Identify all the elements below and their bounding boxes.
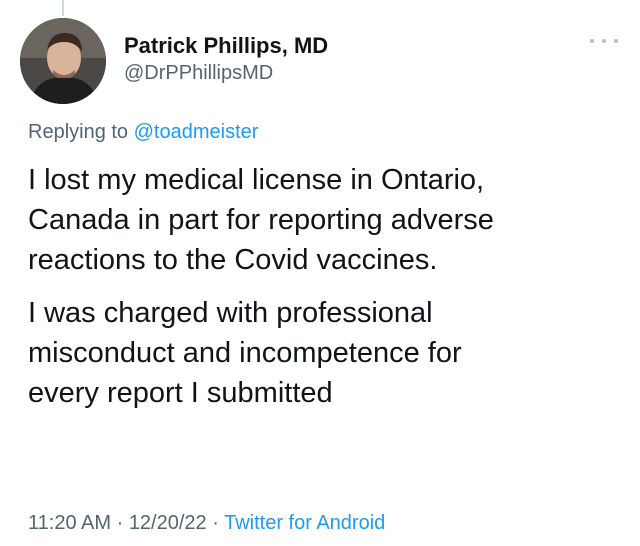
reply-mention-link[interactable]: @toadmeister (134, 121, 259, 143)
replying-to-label: Replying to (28, 121, 134, 143)
avatar[interactable] (20, 18, 106, 104)
replying-to-line: Replying to @toadmeister (28, 121, 258, 144)
author-handle[interactable]: @DrPPhillipsMD (124, 60, 328, 86)
meta-separator: · (111, 512, 129, 534)
more-dot (590, 39, 594, 43)
tweet-text: I lost my medical license in Ontario, Ca… (28, 160, 628, 426)
tweet-date[interactable]: 12/20/22 (129, 512, 207, 534)
tweet-time[interactable]: 11:20 AM (28, 512, 111, 534)
tweet-meta: 11:20 AM · 12/20/22 · Twitter for Androi… (28, 512, 385, 535)
more-dot (614, 39, 618, 43)
author-display-name[interactable]: Patrick Phillips, MD (124, 32, 328, 60)
author-block[interactable]: Patrick Phillips, MD @DrPPhillipsMD (124, 32, 328, 86)
tweet-source-link[interactable]: Twitter for Android (224, 512, 385, 534)
thread-connector-line (62, 0, 64, 16)
more-dot (602, 39, 606, 43)
avatar-image (20, 18, 106, 104)
tweet-paragraph: I was charged with professional miscondu… (28, 297, 462, 409)
tweet-paragraph: I lost my medical license in Ontario, Ca… (28, 164, 494, 276)
tweet-card: Patrick Phillips, MD @DrPPhillipsMD Repl… (0, 0, 640, 546)
meta-separator: · (206, 512, 225, 534)
more-horizontal-icon[interactable] (590, 34, 618, 48)
